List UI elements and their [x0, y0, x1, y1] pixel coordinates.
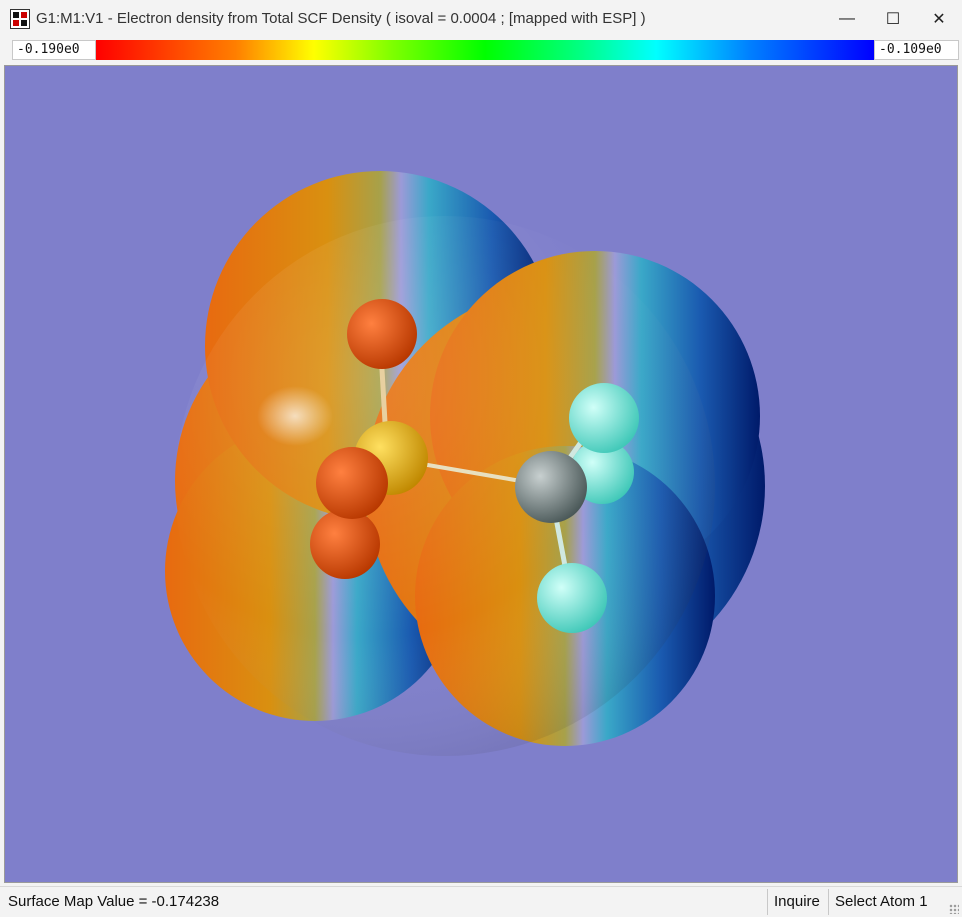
- title-bar[interactable]: G1:M1:V1 - Electron density from Total S…: [0, 0, 962, 38]
- color-scale-max-field[interactable]: -0.109e0: [874, 40, 959, 60]
- mode-indicator: Inquire: [767, 889, 828, 915]
- specular-highlight: [257, 386, 333, 446]
- molecule-3d-viewport[interactable]: [4, 65, 958, 883]
- minimize-icon: —: [839, 10, 855, 27]
- gaussview-app-icon[interactable]: [10, 9, 30, 29]
- maximize-button[interactable]: ☐: [870, 0, 916, 38]
- atom-oxygen-3[interactable]: [310, 509, 380, 579]
- minimize-button[interactable]: —: [824, 0, 870, 38]
- molecule-render[interactable]: [5, 66, 957, 882]
- close-button[interactable]: ✕: [916, 0, 962, 38]
- status-bar: Surface Map Value = -0.174238 Inquire Se…: [0, 886, 962, 917]
- atom-carbon[interactable]: [515, 451, 587, 523]
- resize-grip-icon[interactable]: [949, 904, 959, 914]
- atom-oxygen-1[interactable]: [347, 299, 417, 369]
- surface-map-value: Surface Map Value = -0.174238: [8, 893, 220, 910]
- maximize-icon: ☐: [885, 11, 901, 28]
- atom-oxygen-2[interactable]: [316, 447, 388, 519]
- surface-shading: [175, 216, 715, 756]
- color-scale-gradient: [96, 40, 874, 60]
- color-scale-min-field[interactable]: -0.190e0: [12, 40, 96, 60]
- window-title: G1:M1:V1 - Electron density from Total S…: [36, 10, 646, 27]
- color-scale-bar: -0.190e0 -0.109e0: [0, 38, 962, 62]
- close-icon: ✕: [932, 11, 946, 28]
- esp-isosurface[interactable]: [165, 171, 765, 756]
- atom-hydrogen-3[interactable]: [537, 563, 607, 633]
- atom-hydrogen-1[interactable]: [569, 383, 639, 453]
- action-indicator: Select Atom 1: [828, 889, 955, 915]
